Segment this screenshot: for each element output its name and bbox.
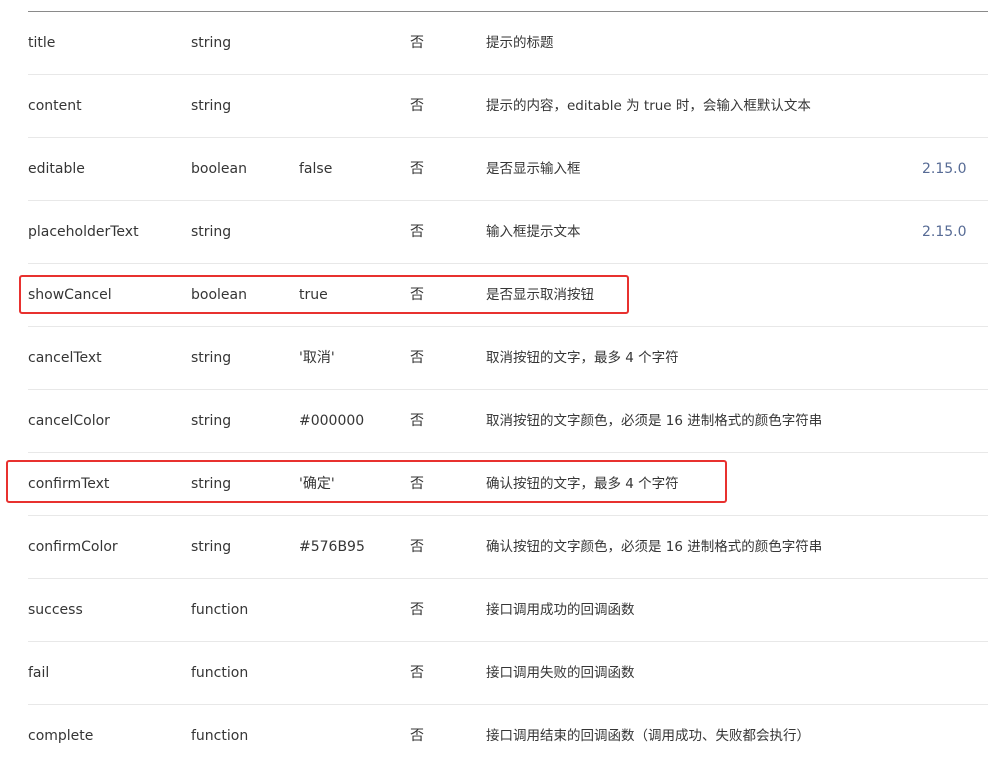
param-description: 提示的内容，editable 为 true 时，会输入框默认文本 (486, 98, 811, 114)
param-required: 否 (410, 287, 424, 303)
param-required: 否 (410, 476, 424, 492)
param-description: 确认按钮的文字，最多 4 个字符 (486, 476, 679, 492)
param-name: confirmColor (28, 539, 118, 555)
table-row: success function 否 接口调用成功的回调函数 (28, 579, 988, 642)
table-row: editable boolean false 否 是否显示输入框 2.15.0 (28, 138, 988, 201)
param-type: boolean (191, 161, 247, 177)
param-type: string (191, 476, 232, 492)
param-description: 取消按钮的文字，最多 4 个字符 (486, 350, 679, 366)
table-row: fail function 否 接口调用失败的回调函数 (28, 642, 988, 705)
param-type: string (191, 350, 232, 366)
param-required: 否 (410, 665, 424, 681)
param-description: 输入框提示文本 (486, 224, 581, 240)
param-type: string (191, 35, 232, 51)
param-description: 接口调用失败的回调函数 (486, 665, 635, 681)
param-name: content (28, 98, 82, 114)
table-row: placeholderText string 否 输入框提示文本 2.15.0 (28, 201, 988, 264)
table-row: complete function 否 接口调用结束的回调函数（调用成功、失败都… (28, 705, 988, 767)
param-default: #000000 (299, 413, 365, 429)
param-type: function (191, 728, 249, 744)
param-name: editable (28, 161, 85, 177)
param-description: 是否显示输入框 (486, 161, 581, 177)
param-name: cancelColor (28, 413, 110, 429)
param-type: string (191, 413, 232, 429)
table-row: cancelText string '取消' 否 取消按钮的文字，最多 4 个字… (28, 327, 988, 390)
param-default: true (299, 287, 328, 303)
table-row: content string 否 提示的内容，editable 为 true 时… (28, 75, 988, 138)
param-type: function (191, 602, 249, 618)
param-default: #576B95 (299, 539, 365, 555)
table-row: showCancel boolean true 否 是否显示取消按钮 (28, 264, 988, 327)
param-required: 否 (410, 728, 424, 744)
table-row: confirmText string '确定' 否 确认按钮的文字，最多 4 个… (28, 453, 988, 516)
table-row: confirmColor string #576B95 否 确认按钮的文字颜色，… (28, 516, 988, 579)
param-type: string (191, 98, 232, 114)
version-link[interactable]: 2.15.0 (922, 201, 967, 263)
param-name: showCancel (28, 287, 112, 303)
param-required: 否 (410, 161, 424, 177)
param-name: placeholderText (28, 224, 139, 240)
param-default: false (299, 161, 333, 177)
param-default: '确定' (299, 476, 335, 492)
param-required: 否 (410, 539, 424, 555)
param-default: '取消' (299, 350, 335, 366)
param-required: 否 (410, 35, 424, 51)
param-name: cancelText (28, 350, 102, 366)
param-name: complete (28, 728, 94, 744)
param-type: boolean (191, 287, 247, 303)
version-link[interactable]: 2.15.0 (922, 138, 967, 200)
table-row: cancelColor string #000000 否 取消按钮的文字颜色，必… (28, 390, 988, 453)
param-required: 否 (410, 224, 424, 240)
param-description: 提示的标题 (486, 35, 554, 51)
param-description: 接口调用成功的回调函数 (486, 602, 635, 618)
param-required: 否 (410, 602, 424, 618)
table-row: title string 否 提示的标题 (28, 12, 988, 75)
param-name: success (28, 602, 83, 618)
param-type: string (191, 539, 232, 555)
param-description: 取消按钮的文字颜色，必须是 16 进制格式的颜色字符串 (486, 413, 823, 429)
param-description: 确认按钮的文字颜色，必须是 16 进制格式的颜色字符串 (486, 539, 823, 555)
param-required: 否 (410, 350, 424, 366)
param-name: fail (28, 665, 50, 681)
param-description: 是否显示取消按钮 (486, 287, 594, 303)
param-type: function (191, 665, 249, 681)
param-name: title (28, 35, 56, 51)
param-type: string (191, 224, 232, 240)
param-description: 接口调用结束的回调函数（调用成功、失败都会执行） (486, 728, 810, 744)
param-required: 否 (410, 413, 424, 429)
param-required: 否 (410, 98, 424, 114)
param-name: confirmText (28, 476, 110, 492)
params-table: title string 否 提示的标题 content string 否 提示… (28, 12, 988, 767)
